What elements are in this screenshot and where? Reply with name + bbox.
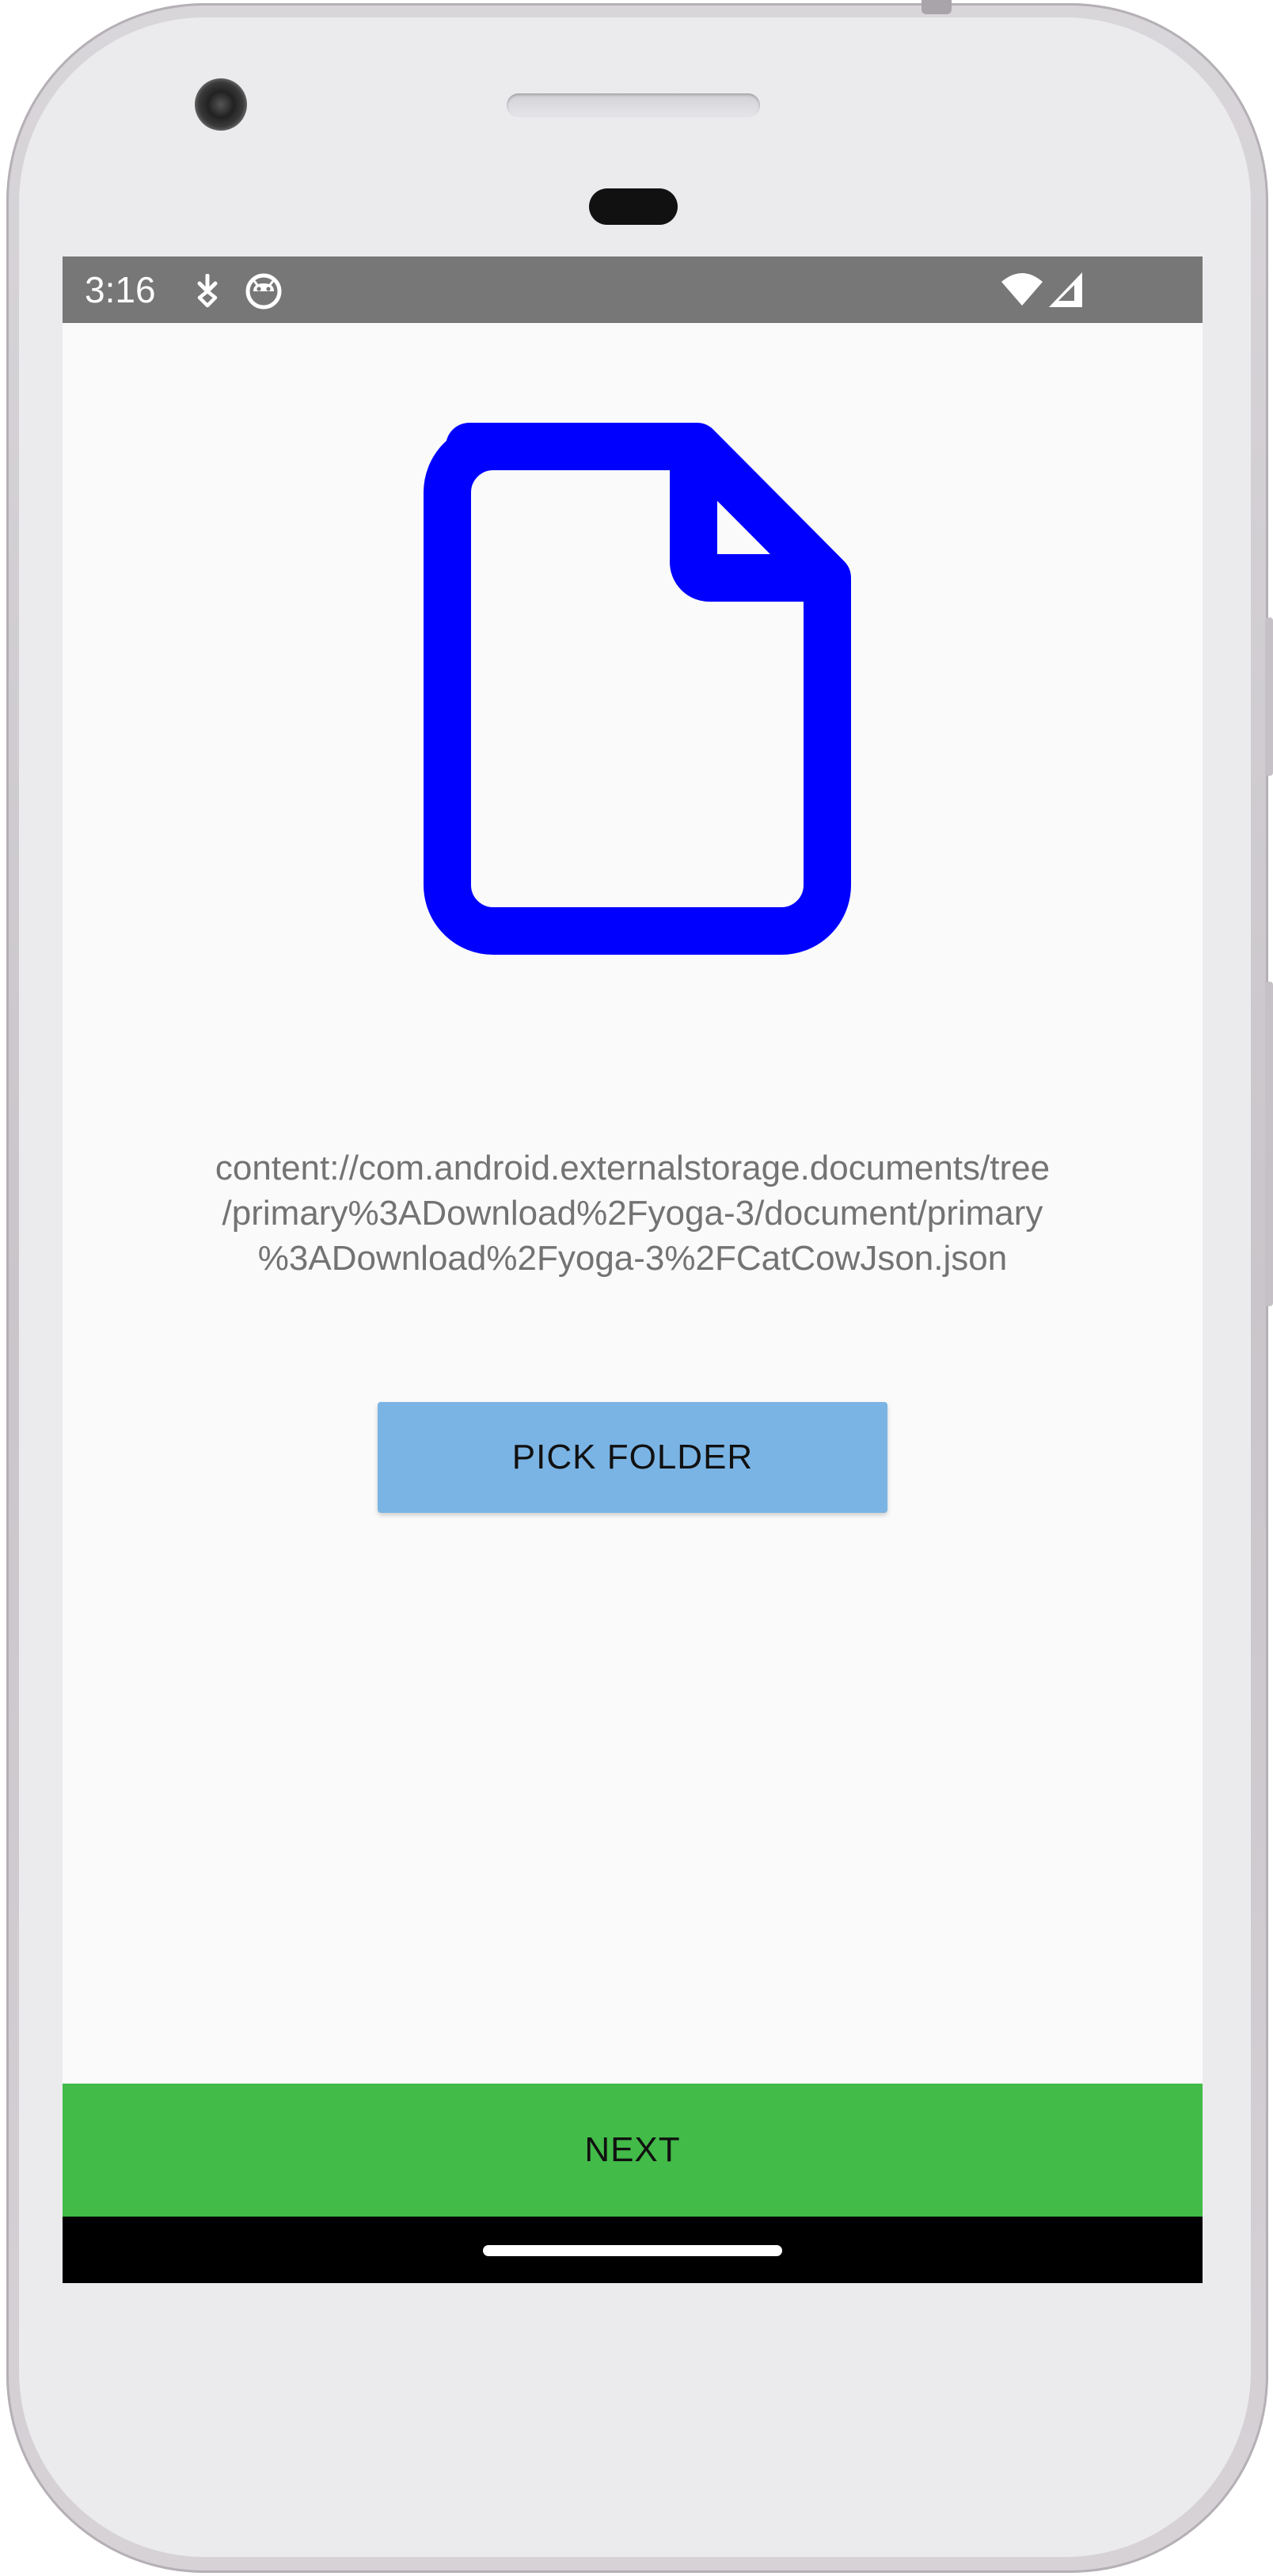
screen: 3:16 content://com.android.externalstora… [63, 256, 1203, 2283]
wifi-icon [1001, 273, 1043, 306]
power-button [1265, 982, 1273, 1306]
pick-folder-label: PICK FOLDER [511, 1438, 754, 1476]
proximity-sensor [589, 188, 678, 225]
pick-folder-button[interactable]: PICK FOLDER [378, 1402, 887, 1513]
navigation-bar [63, 2217, 1203, 2283]
document-icon [424, 423, 851, 955]
android-face-icon [245, 273, 282, 310]
phone-device: 3:16 content://com.android.externalstora… [0, 0, 1273, 2576]
signal-icon [1049, 272, 1082, 307]
status-time: 3:16 [85, 269, 156, 310]
next-button[interactable]: NEXT [63, 2084, 1203, 2217]
home-gesture-handle[interactable] [483, 2245, 782, 2256]
next-label: NEXT [584, 2130, 681, 2169]
earpiece-speaker [507, 93, 760, 117]
selected-uri-text: content://com.android.externalstorage.do… [215, 1149, 1051, 1278]
download-icon [197, 274, 218, 308]
top-button [922, 0, 952, 14]
status-bar: 3:16 [63, 256, 1203, 323]
front-camera [195, 78, 247, 131]
volume-button [1265, 617, 1273, 776]
